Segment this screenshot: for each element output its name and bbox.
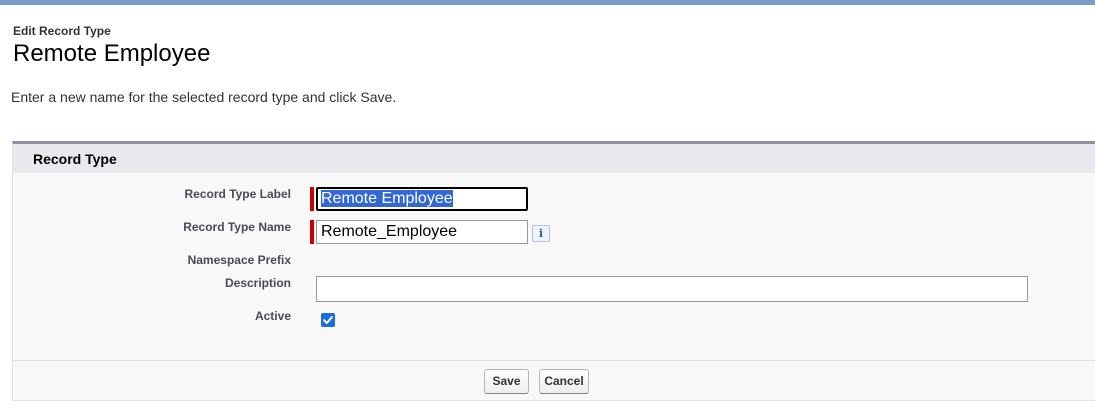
- page-title: Remote Employee: [13, 40, 211, 67]
- record-type-section: Record Type Record Type Label Remote Emp…: [12, 141, 1095, 401]
- checkmark-icon: [323, 316, 333, 324]
- active-label: Active: [254, 309, 291, 323]
- record-type-name-label: Record Type Name: [183, 220, 291, 234]
- cancel-button[interactable]: Cancel: [539, 369, 589, 394]
- record-type-name-input[interactable]: Remote_Employee: [316, 220, 528, 244]
- section-footer-divider: [13, 360, 1095, 361]
- page-overline: Edit Record Type: [13, 24, 111, 38]
- selected-text: Remote Employee: [321, 190, 453, 207]
- required-indicator: [310, 187, 314, 211]
- record-type-label-label: Record Type Label: [184, 187, 291, 201]
- namespace-prefix-label: Namespace Prefix: [187, 253, 291, 267]
- page-header: Edit Record Type Remote Employee: [13, 23, 210, 69]
- description-label: Description: [224, 276, 291, 290]
- save-button[interactable]: Save: [484, 369, 529, 394]
- required-indicator: [310, 220, 314, 244]
- description-input[interactable]: [316, 276, 1028, 302]
- record-type-label-input[interactable]: Remote Employee: [316, 187, 528, 211]
- top-decorative-band: [0, 0, 1095, 5]
- info-icon[interactable]: i: [532, 225, 550, 242]
- instructions-text: Enter a new name for the selected record…: [11, 89, 397, 105]
- section-title: Record Type: [33, 151, 117, 167]
- section-header: Record Type: [13, 144, 1095, 173]
- active-checkbox[interactable]: [321, 313, 335, 327]
